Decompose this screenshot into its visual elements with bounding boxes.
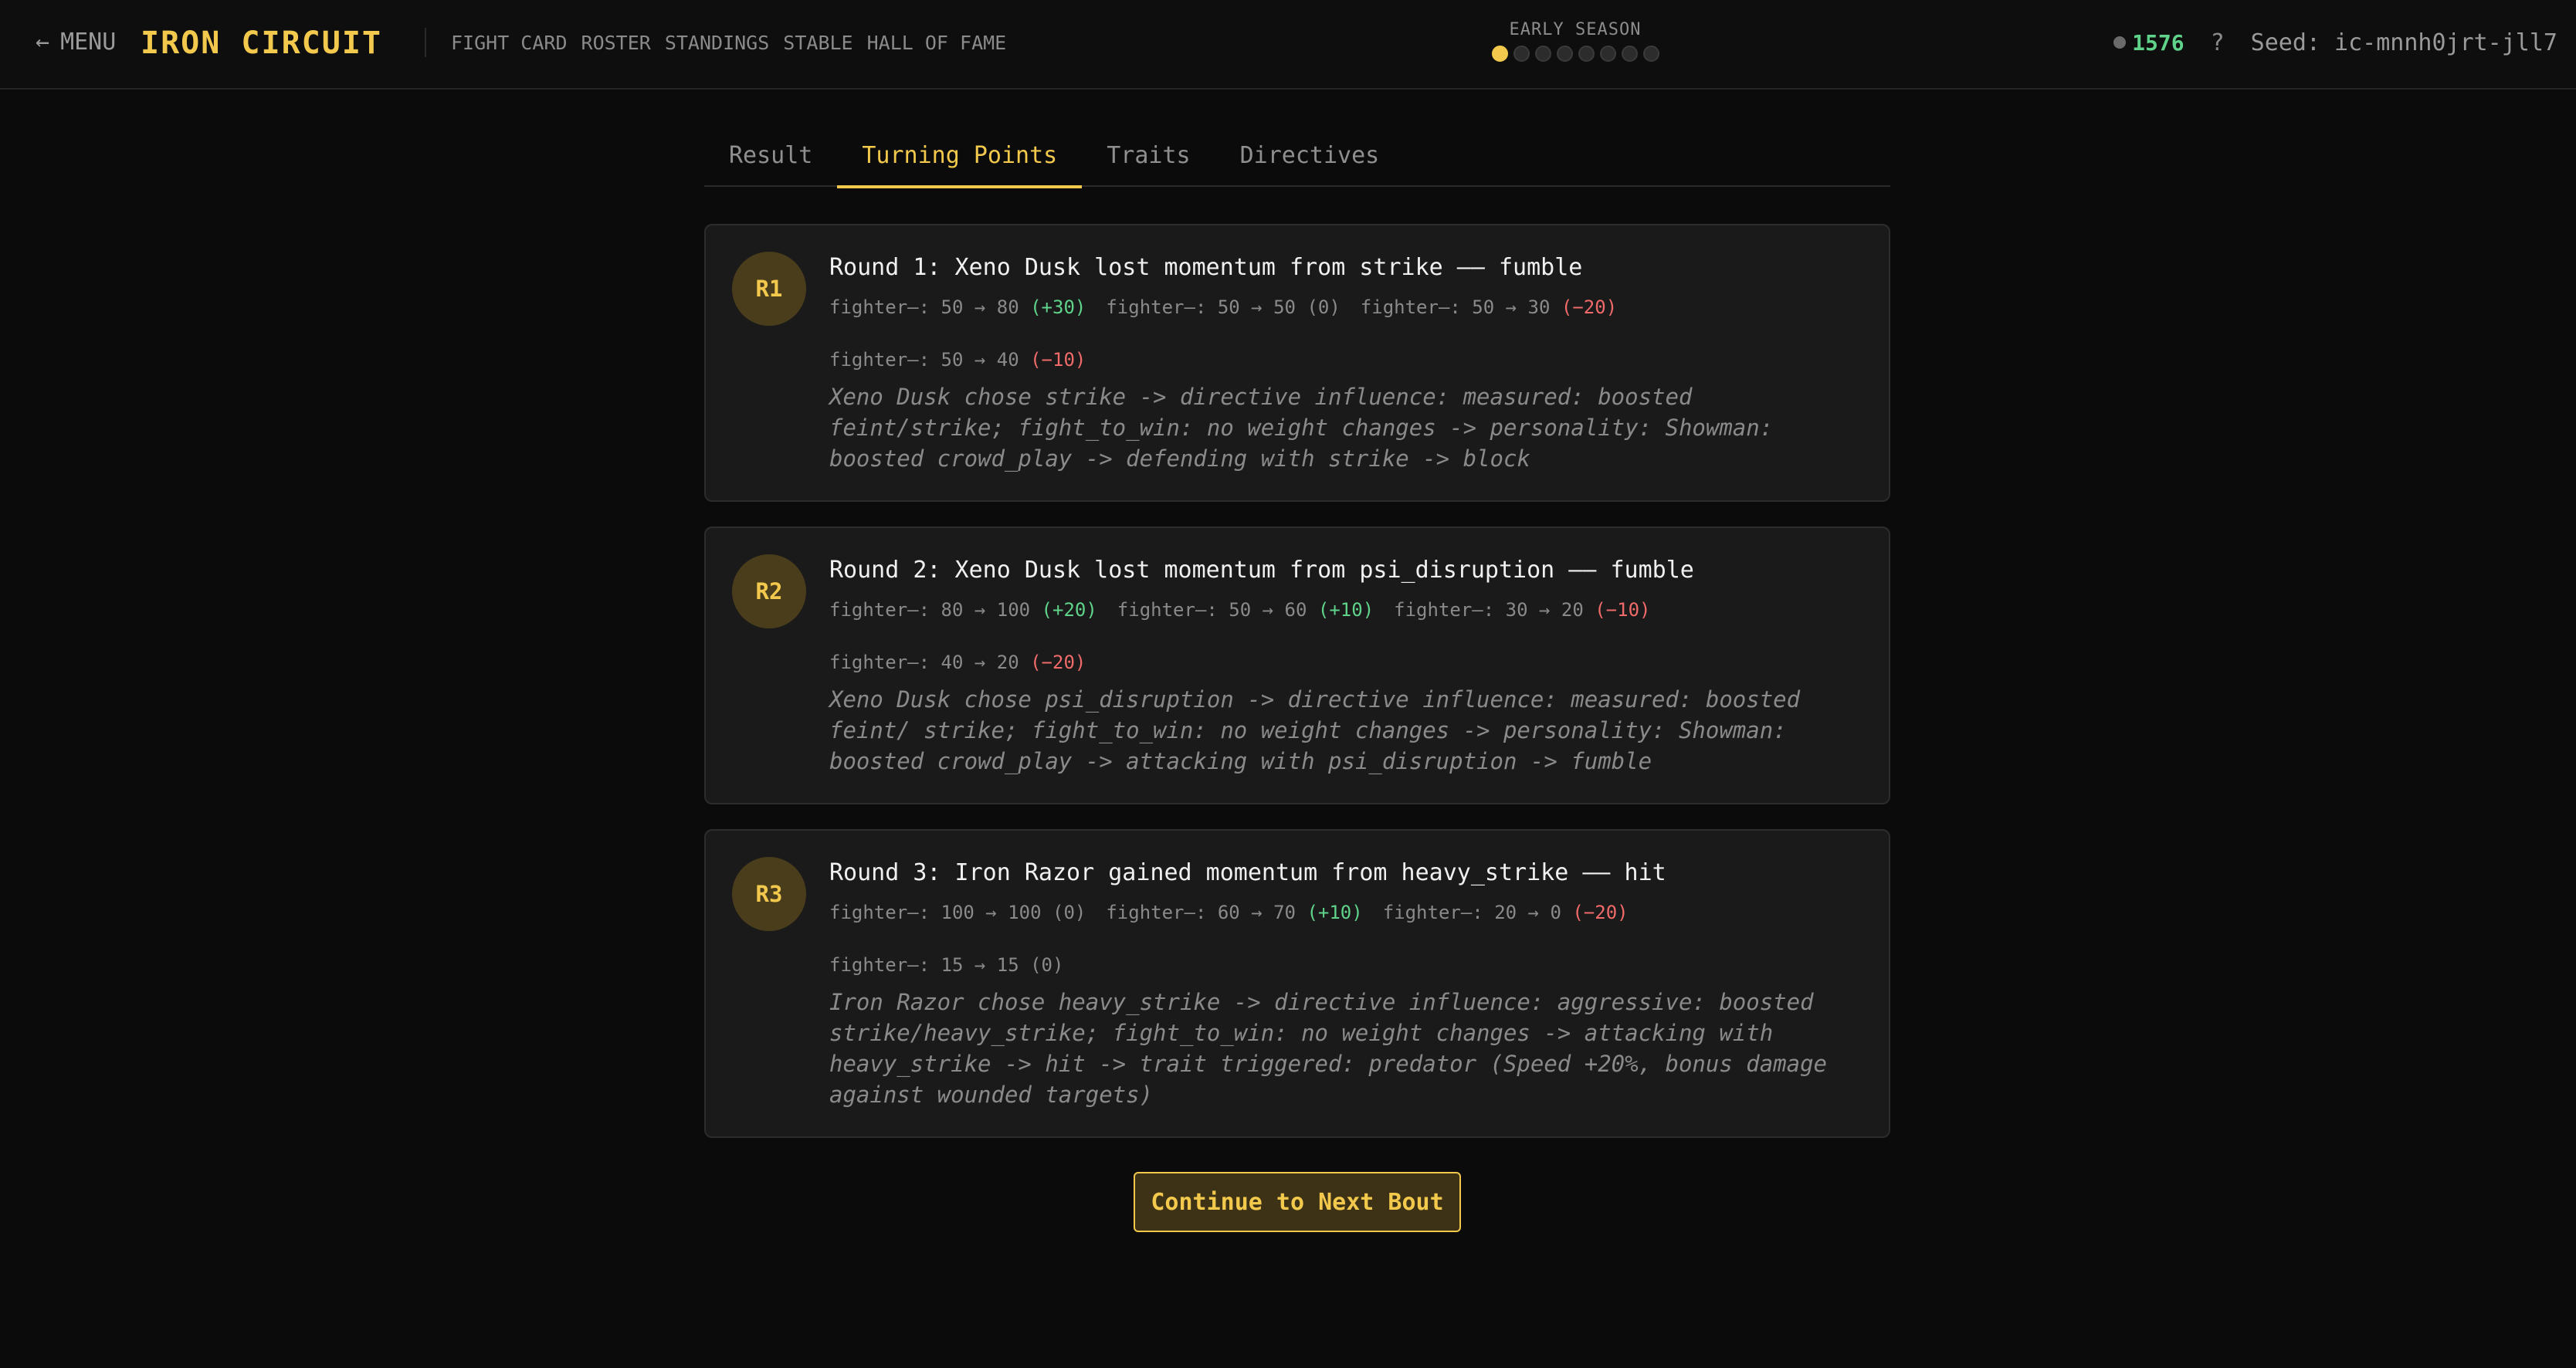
momentum-delta: fighter—: 50 → 50 (0) — [1106, 296, 1341, 318]
back-arrow-icon: ← — [36, 29, 50, 56]
momentum-delta: fighter—: 30 → 20 (−10) — [1394, 599, 1651, 621]
main-nav: FIGHT CARD ROSTER STANDINGS STABLE HALL … — [451, 28, 1006, 57]
momentum-deltas: fighter—: 100 → 100 (0) fighter—: 60 → 7… — [829, 896, 1863, 982]
momentum-delta: fighter—: 15 → 15 (0) — [829, 954, 1064, 976]
header-divider — [425, 28, 426, 57]
nav-standings[interactable]: STANDINGS — [665, 32, 769, 54]
round-badge: R2 — [732, 554, 806, 628]
momentum-delta: fighter—: 80 → 100 (+20) — [829, 599, 1097, 621]
round-title: Round 1: Xeno Dusk lost momentum from st… — [829, 254, 1583, 281]
nav-stable[interactable]: STABLE — [783, 32, 852, 54]
header-status: 1576 ? Seed: ic-mnnh0jrt-jll7 — [2113, 25, 2557, 60]
brand-logo: IRON CIRCUIT — [141, 25, 382, 61]
tab-result[interactable]: Result — [704, 133, 837, 187]
round-card: R2 Round 2: Xeno Dusk lost momentum from… — [704, 527, 1890, 804]
credits-display: 1576 — [2113, 29, 2185, 56]
momentum-deltas: fighter—: 50 → 80 (+30) fighter—: 50 → 5… — [829, 290, 1863, 377]
season-label: EARLY SEASON — [1509, 20, 1642, 39]
seed-label: Seed: ic-mnnh0jrt-jll7 — [2250, 29, 2557, 56]
help-button[interactable]: ? — [2211, 29, 2225, 56]
season-dot — [1534, 46, 1551, 62]
nav-hall-of-fame[interactable]: HALL OF FAME — [867, 32, 1007, 54]
momentum-delta: fighter—: 50 → 60 (+10) — [1117, 599, 1374, 621]
momentum-delta: fighter—: 40 → 20 (−20) — [829, 652, 1086, 673]
momentum-deltas: fighter—: 80 → 100 (+20) fighter—: 50 → … — [829, 593, 1863, 679]
season-dot — [1491, 46, 1508, 62]
momentum-delta: fighter—: 100 → 100 (0) — [829, 902, 1086, 923]
credits-value: 1576 — [2132, 29, 2185, 56]
round-badge: R1 — [732, 252, 806, 326]
season-dot — [1642, 46, 1659, 62]
momentum-delta: fighter—: 50 → 80 (+30) — [829, 296, 1086, 318]
season-dot — [1556, 46, 1573, 62]
round-card: R1 Round 1: Xeno Dusk lost momentum from… — [704, 224, 1890, 502]
momentum-delta: fighter—: 60 → 70 (+10) — [1106, 902, 1363, 923]
momentum-delta: fighter—: 50 → 40 (−10) — [829, 349, 1086, 371]
round-description: Xeno Dusk chose psi_disruption -> direct… — [829, 686, 1801, 774]
momentum-delta: fighter—: 20 → 0 (−20) — [1382, 902, 1629, 923]
menu-label: MENU — [60, 29, 117, 56]
tab-directives[interactable]: Directives — [1215, 133, 1405, 187]
round-badge: R3 — [732, 857, 806, 931]
menu-button[interactable]: ← MENU — [36, 25, 116, 60]
top-bar: ← MENU IRON CIRCUIT FIGHT CARD ROSTER ST… — [0, 0, 2576, 90]
nav-roster[interactable]: ROSTER — [581, 32, 651, 54]
season-progress — [1467, 46, 1683, 62]
round-title: Round 2: Xeno Dusk lost momentum from ps… — [829, 557, 1694, 584]
continue-button[interactable]: Continue to Next Bout — [1134, 1172, 1461, 1232]
tab-traits[interactable]: Traits — [1082, 133, 1215, 187]
round-card: R3 Round 3: Iron Razor gained momentum f… — [704, 829, 1890, 1138]
season-dot — [1599, 46, 1616, 62]
season-dot — [1578, 46, 1595, 62]
season-indicator: EARLY SEASON — [1467, 20, 1683, 62]
nav-fight-card[interactable]: FIGHT CARD — [451, 32, 568, 54]
round-description: Xeno Dusk chose strike -> directive infl… — [829, 384, 1774, 472]
coin-icon — [2113, 36, 2127, 49]
season-dot — [1513, 46, 1530, 62]
round-description: Iron Razor chose heavy_strike -> directi… — [829, 989, 1828, 1108]
tab-turning-points[interactable]: Turning Points — [837, 133, 1083, 188]
result-tabs: Result Turning Points Traits Directives — [704, 133, 1890, 188]
turning-points-list: R1 Round 1: Xeno Dusk lost momentum from… — [704, 224, 1890, 1163]
season-dot — [1621, 46, 1638, 62]
round-title: Round 3: Iron Razor gained momentum from… — [829, 859, 1666, 886]
momentum-delta: fighter—: 50 → 30 (−20) — [1360, 296, 1618, 318]
